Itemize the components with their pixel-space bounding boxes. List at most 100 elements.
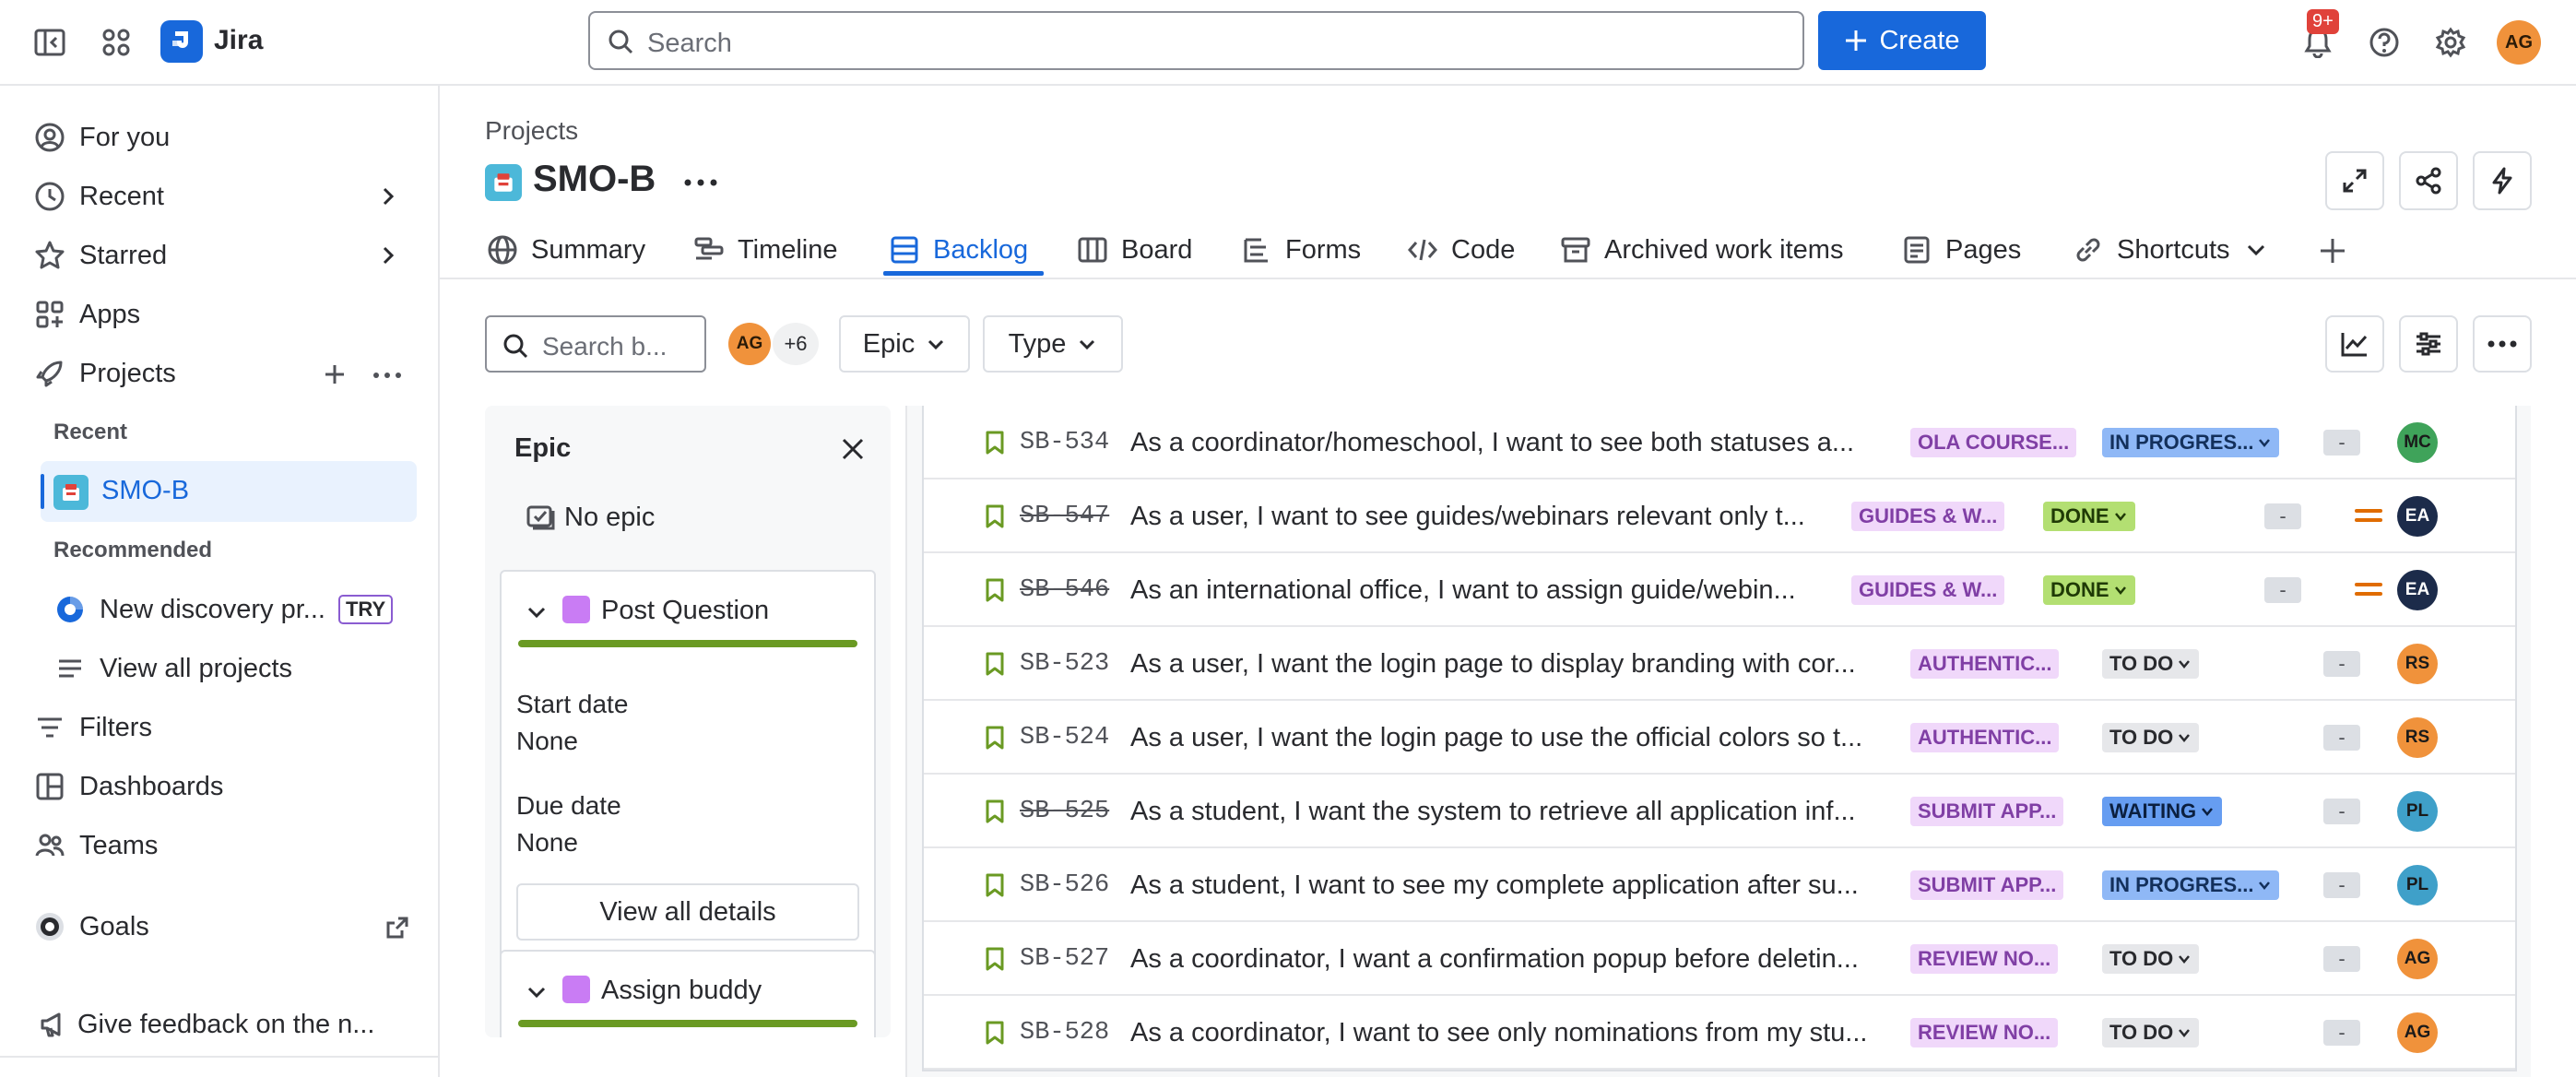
view-all-details-button[interactable]: View all details bbox=[516, 883, 859, 941]
sidebar-toggle-icon[interactable] bbox=[31, 26, 68, 59]
fullscreen-button[interactable] bbox=[2325, 151, 2384, 210]
tab-timeline[interactable]: Timeline bbox=[693, 227, 838, 273]
issue-summary[interactable]: As a user, I want to see guides/webinars… bbox=[1130, 502, 1837, 532]
issue-summary[interactable]: As an international office, I want to as… bbox=[1130, 575, 1837, 606]
backlog-search-input[interactable]: Search b... bbox=[485, 315, 706, 373]
issue-key[interactable]: SB-523 bbox=[1020, 650, 1109, 678]
assignee-avatar[interactable]: EA bbox=[2397, 570, 2438, 610]
story-points-estimate[interactable]: - bbox=[2323, 946, 2360, 972]
view-settings-button[interactable] bbox=[2399, 315, 2458, 373]
more-assignees-button[interactable]: +6 bbox=[773, 323, 819, 365]
table-row[interactable]: SB-524 As a user, I want the login page … bbox=[924, 701, 2515, 775]
epic-filter-dropdown[interactable]: Epic bbox=[839, 315, 970, 373]
issue-key[interactable]: SB-534 bbox=[1020, 429, 1109, 456]
user-avatar[interactable]: AG bbox=[2497, 20, 2541, 65]
tab-summary[interactable]: Summary bbox=[487, 227, 645, 273]
sidebar-item-teams[interactable]: Teams bbox=[33, 823, 158, 868]
issue-key[interactable]: SB-524 bbox=[1020, 724, 1109, 752]
tab-backlog[interactable]: Backlog bbox=[889, 227, 1028, 273]
tab-shortcuts[interactable]: Shortcuts bbox=[2073, 227, 2267, 273]
sidebar-item-new-discovery[interactable]: New discovery pr... TRY bbox=[53, 587, 394, 632]
story-points-estimate[interactable]: - bbox=[2323, 1020, 2360, 1046]
table-row[interactable]: SB-526 As a student, I want to see my co… bbox=[924, 848, 2515, 922]
story-points-estimate[interactable]: - bbox=[2323, 651, 2360, 677]
story-points-estimate[interactable]: - bbox=[2323, 799, 2360, 824]
issue-key[interactable]: SB-547 bbox=[1020, 503, 1109, 530]
tab-pages[interactable]: Pages bbox=[1901, 227, 2021, 273]
issue-key[interactable]: SB-527 bbox=[1020, 945, 1109, 973]
external-link-icon[interactable] bbox=[385, 916, 409, 940]
table-row[interactable]: SB-527 As a coordinator, I want a confir… bbox=[924, 922, 2515, 996]
tab-board[interactable]: Board bbox=[1077, 227, 1192, 273]
chevron-down-icon[interactable] bbox=[526, 981, 548, 1003]
chevron-right-icon[interactable] bbox=[378, 185, 398, 207]
status-dropdown[interactable]: TO DO bbox=[2102, 1018, 2200, 1047]
assignee-avatar[interactable]: PL bbox=[2397, 791, 2438, 832]
sidebar-item-projects[interactable]: Projects bbox=[33, 351, 176, 396]
table-row[interactable]: SB-547 As a user, I want to see guides/w… bbox=[924, 479, 2515, 553]
table-row[interactable]: SB-546 As an international office, I wan… bbox=[924, 553, 2515, 627]
issue-summary[interactable]: As a student, I want to see my complete … bbox=[1130, 870, 1896, 901]
no-epic-option[interactable]: No epic bbox=[526, 502, 655, 533]
give-feedback-button[interactable]: Give feedback on the n... bbox=[39, 1002, 374, 1047]
assignee-avatar[interactable]: AG bbox=[2397, 939, 2438, 979]
sidebar-item-goals[interactable]: Goals bbox=[33, 905, 149, 949]
more-options-icon[interactable] bbox=[684, 179, 717, 186]
breadcrumb[interactable]: Projects bbox=[485, 116, 578, 146]
sidebar-item-for-you[interactable]: For you bbox=[33, 115, 170, 160]
type-filter-dropdown[interactable]: Type bbox=[983, 315, 1123, 373]
insights-button[interactable] bbox=[2325, 315, 2384, 373]
status-dropdown[interactable]: TO DO bbox=[2102, 944, 2200, 974]
story-points-estimate[interactable]: - bbox=[2323, 872, 2360, 898]
sidebar-item-recent[interactable]: Recent bbox=[33, 174, 164, 219]
status-dropdown[interactable]: DONE bbox=[2043, 575, 2135, 605]
chevron-down-icon[interactable] bbox=[526, 601, 548, 623]
table-row[interactable]: SB-523 As a user, I want the login page … bbox=[924, 627, 2515, 701]
assignee-avatar[interactable]: RS bbox=[2397, 644, 2438, 684]
sidebar-item-filters[interactable]: Filters bbox=[33, 705, 152, 750]
table-row[interactable]: SB-525 As a student, I want the system t… bbox=[924, 775, 2515, 848]
status-dropdown[interactable]: TO DO bbox=[2102, 723, 2200, 752]
issue-key[interactable]: SB-525 bbox=[1020, 798, 1109, 825]
share-button[interactable] bbox=[2399, 151, 2458, 210]
add-tab-icon[interactable] bbox=[2318, 236, 2347, 266]
automation-button[interactable] bbox=[2473, 151, 2532, 210]
add-project-icon[interactable] bbox=[323, 362, 347, 386]
settings-gear-icon[interactable] bbox=[2432, 24, 2469, 61]
assignee-avatar[interactable]: RS bbox=[2397, 717, 2438, 758]
assignee-filter-avatar[interactable]: AG bbox=[728, 323, 771, 365]
story-points-estimate[interactable]: - bbox=[2264, 503, 2301, 529]
more-actions-button[interactable] bbox=[2473, 315, 2532, 373]
issue-summary[interactable]: As a coordinator/homeschool, I want to s… bbox=[1130, 428, 1896, 458]
assignee-avatar[interactable]: PL bbox=[2397, 865, 2438, 905]
more-options-icon[interactable] bbox=[372, 372, 402, 379]
issue-summary[interactable]: As a coordinator, I want a confirmation … bbox=[1130, 944, 1896, 975]
assignee-avatar[interactable]: AG bbox=[2397, 1012, 2438, 1053]
issue-summary[interactable]: As a coordinator, I want to see only nom… bbox=[1130, 1018, 1896, 1048]
sidebar-item-view-all-projects[interactable]: View all projects bbox=[53, 646, 292, 691]
sidebar-item-dashboards[interactable]: Dashboards bbox=[33, 764, 223, 809]
tab-code[interactable]: Code bbox=[1407, 227, 1515, 273]
story-points-estimate[interactable]: - bbox=[2323, 430, 2360, 456]
sidebar-item-apps[interactable]: Apps bbox=[33, 292, 140, 337]
chevron-right-icon[interactable] bbox=[378, 244, 398, 266]
epic-card[interactable]: Post Question Start date None Due date N… bbox=[500, 570, 876, 988]
help-icon[interactable] bbox=[2366, 24, 2403, 61]
issue-summary[interactable]: As a user, I want the login page to disp… bbox=[1130, 649, 1896, 680]
jira-logo-icon[interactable] bbox=[160, 20, 203, 63]
status-dropdown[interactable]: IN PROGRES... bbox=[2102, 870, 2280, 900]
story-points-estimate[interactable]: - bbox=[2264, 577, 2301, 603]
app-name[interactable]: Jira bbox=[214, 25, 263, 56]
issue-summary[interactable]: As a student, I want the system to retri… bbox=[1130, 797, 1896, 827]
status-dropdown[interactable]: DONE bbox=[2043, 502, 2135, 531]
sidebar-item-smo-b[interactable]: SMO-B bbox=[41, 461, 417, 522]
issue-summary[interactable]: As a user, I want the login page to use … bbox=[1130, 723, 1896, 753]
epic-card[interactable]: Assign buddy bbox=[500, 950, 876, 1037]
tab-forms[interactable]: Forms bbox=[1241, 227, 1361, 273]
table-row[interactable]: SB-528 As a coordinator, I want to see o… bbox=[924, 996, 2515, 1070]
tab-archived-work-items[interactable]: Archived work items bbox=[1560, 227, 1843, 273]
assignee-avatar[interactable]: MC bbox=[2397, 422, 2438, 463]
create-button[interactable]: Create bbox=[1818, 11, 1986, 70]
sidebar-item-starred[interactable]: Starred bbox=[33, 233, 167, 278]
status-dropdown[interactable]: IN PROGRES... bbox=[2102, 428, 2280, 457]
